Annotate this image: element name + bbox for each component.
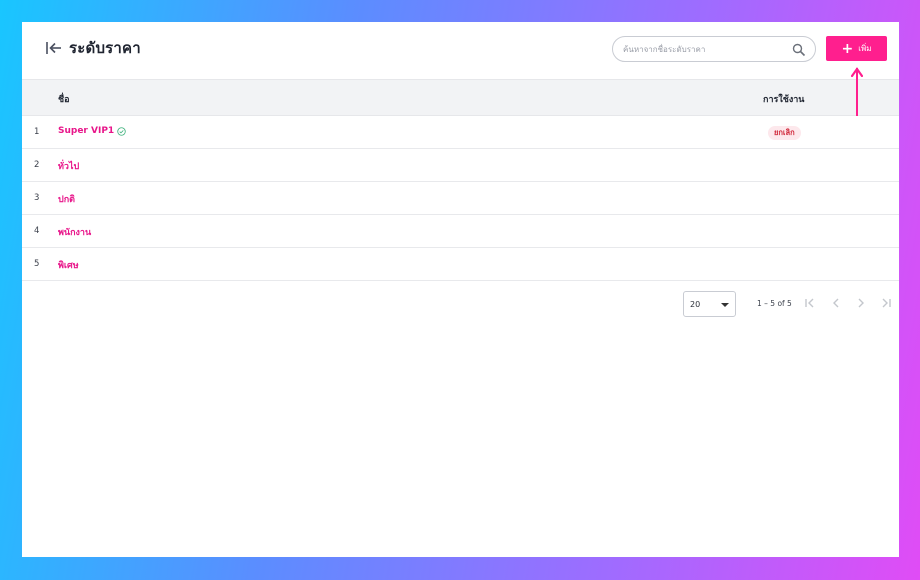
row-number: 1 bbox=[34, 127, 40, 137]
main-panel: ระดับราคา + เพิ่ม ชื่อ การใช้งาน 1 Super… bbox=[22, 22, 899, 557]
prev-page-icon[interactable] bbox=[828, 295, 844, 311]
row-name-link[interactable]: พนักงาน bbox=[58, 225, 91, 239]
page-range: 1 – 5 of 5 bbox=[757, 299, 792, 308]
search-box[interactable] bbox=[612, 36, 816, 62]
status-badge: ยกเลิก bbox=[768, 126, 801, 140]
add-button-label: เพิ่ม bbox=[858, 44, 872, 53]
row-number: 3 bbox=[34, 193, 40, 203]
page-header: ระดับราคา + เพิ่ม bbox=[22, 22, 899, 79]
page-size-select[interactable]: 20 bbox=[683, 291, 736, 317]
back-to-start-icon[interactable] bbox=[44, 39, 64, 57]
column-header-usage[interactable]: การใช้งาน bbox=[763, 92, 804, 106]
row-name-link[interactable]: พิเศษ bbox=[58, 258, 79, 272]
add-button[interactable]: + เพิ่ม bbox=[826, 36, 887, 61]
table-header: ชื่อ การใช้งาน bbox=[22, 79, 899, 116]
row-name-link[interactable]: ทั่วไป bbox=[58, 159, 79, 173]
row-name-label: Super VIP1 bbox=[58, 126, 115, 136]
table-row[interactable]: 1 Super VIP1 ยกเลิก bbox=[22, 116, 899, 149]
row-name-link[interactable]: ปกติ bbox=[58, 192, 75, 206]
check-circle-icon bbox=[117, 126, 126, 136]
search-icon[interactable] bbox=[792, 42, 806, 57]
dropdown-icon bbox=[721, 303, 729, 307]
row-number: 4 bbox=[34, 226, 40, 236]
row-name-link[interactable]: Super VIP1 bbox=[58, 126, 126, 136]
row-number: 5 bbox=[34, 259, 40, 269]
table-row[interactable]: 3 ปกติ bbox=[22, 182, 899, 215]
arrow-head bbox=[851, 67, 863, 77]
page-title: ระดับราคา bbox=[69, 39, 141, 57]
row-name-label: ปกติ bbox=[58, 195, 76, 205]
page-size-value: 20 bbox=[690, 300, 701, 309]
row-name-label: ทั่วไป bbox=[58, 162, 80, 172]
row-name-label: พิเศษ bbox=[58, 261, 79, 271]
table-row[interactable]: 5 พิเศษ bbox=[22, 248, 899, 281]
last-page-icon[interactable] bbox=[878, 295, 894, 311]
next-page-icon[interactable] bbox=[853, 295, 869, 311]
column-header-name[interactable]: ชื่อ bbox=[58, 92, 70, 106]
table-row[interactable]: 4 พนักงาน bbox=[22, 215, 899, 248]
row-number: 2 bbox=[34, 160, 40, 170]
first-page-icon[interactable] bbox=[802, 295, 818, 311]
plus-icon: + bbox=[841, 40, 854, 57]
search-input[interactable] bbox=[623, 37, 783, 61]
table-row[interactable]: 2 ทั่วไป bbox=[22, 149, 899, 182]
row-name-label: พนักงาน bbox=[58, 228, 92, 238]
pagination: 20 1 – 5 of 5 bbox=[22, 290, 899, 320]
